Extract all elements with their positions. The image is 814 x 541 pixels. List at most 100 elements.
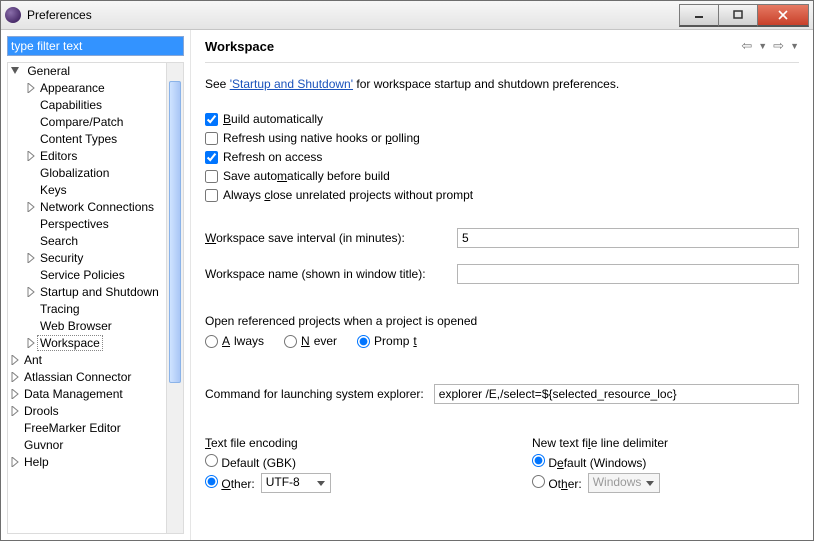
tree-item-search[interactable]: Search [40,234,78,248]
tree-item-contenttypes[interactable]: Content Types [40,132,117,146]
chk-refresh-hooks-input[interactable] [205,132,218,145]
encoding-header: Text file encoding [205,436,472,450]
maximize-button[interactable] [718,4,758,27]
tree-item-security[interactable]: Security [40,251,83,265]
open-referenced-label: Open referenced projects when a project … [205,314,799,328]
tree-container: General Appearance Capabilities Compare/… [7,62,184,534]
tree-scrollbar[interactable] [166,63,183,533]
radio-enc-default-input[interactable] [205,454,218,467]
startup-shutdown-link[interactable]: 'Startup and Shutdown' [230,77,353,91]
collapsed-icon[interactable] [10,457,22,469]
tree-item-editors[interactable]: Editors [40,149,77,163]
radio-enc-other[interactable]: Other: [205,475,255,491]
chk-refresh-access-label: Refresh on access [223,150,322,164]
radio-enc-other-input[interactable] [205,475,218,488]
chk-close-unrelated-input[interactable] [205,189,218,202]
chk-refresh-access-input[interactable] [205,151,218,164]
save-interval-input[interactable] [457,228,799,248]
tree-item-capabilities[interactable]: Capabilities [40,98,102,112]
tree-item-workspace[interactable]: Workspace [37,335,103,351]
tree-item-tracing[interactable]: Tracing [40,302,80,316]
chk-refresh-access[interactable]: Refresh on access [205,149,799,166]
encoding-value: UTF-8 [266,475,300,489]
chk-save-before-input[interactable] [205,170,218,183]
minimize-icon [694,10,704,20]
chk-save-before-build[interactable]: Save automatically before build [205,168,799,185]
app-icon [5,7,21,23]
preference-tree[interactable]: General Appearance Capabilities Compare/… [8,63,167,533]
tree-item-atlassian[interactable]: Atlassian Connector [24,370,131,384]
radio-enc-default[interactable]: Default (GBK) [205,454,296,470]
radio-never[interactable]: Never [284,334,337,348]
tree-item-keys[interactable]: Keys [40,183,67,197]
radio-nl-default-input[interactable] [532,454,545,467]
tree-item-appearance[interactable]: Appearance [40,81,105,95]
workspace-name-input[interactable] [457,264,799,284]
workspace-name-label: Workspace name (shown in window title): [205,267,457,281]
tree-item-compare[interactable]: Compare/Patch [40,115,123,129]
back-icon[interactable]: ⇦ [741,38,752,54]
radio-nl-default[interactable]: Default (Windows) [532,454,646,470]
chk-build-automatically[interactable]: Build automatically [205,111,799,128]
filter-input[interactable] [7,36,184,56]
collapsed-icon[interactable] [26,287,38,299]
titlebar: Preferences [1,1,813,30]
chevron-down-icon[interactable]: ▼ [758,41,767,51]
collapsed-icon[interactable] [26,253,38,265]
tree-item-globalization[interactable]: Globalization [40,166,109,180]
see-post: for workspace startup and shutdown prefe… [353,77,619,91]
tree-item-network[interactable]: Network Connections [40,200,154,214]
explorer-label: Command for launching system explorer: [205,387,424,401]
chk-build-label: uild automatically [231,112,323,126]
radio-always[interactable]: Always [205,334,264,348]
encoding-combo[interactable]: UTF-8 [261,473,331,493]
nav-arrows: ⇦ ▼ ⇨ ▼ [741,38,799,54]
collapsed-icon[interactable] [26,83,38,95]
radio-prompt-input[interactable] [357,335,370,348]
newline-header: New text file line delimiter [532,436,799,450]
chevron-down-icon[interactable]: ▼ [790,41,799,51]
radio-prompt[interactable]: Prompt [357,334,417,348]
newline-value: Windows [593,475,642,489]
radio-always-input[interactable] [205,335,218,348]
chk-refresh-hooks-label: Refresh using native hooks or [223,131,385,145]
window-buttons [680,4,809,27]
save-interval-label: Workspace save interval (in minutes): [205,231,457,245]
collapsed-icon[interactable] [26,151,38,163]
chk-build-input[interactable] [205,113,218,126]
sidebar: General Appearance Capabilities Compare/… [1,30,191,540]
chk-close-unrelated[interactable]: Always close unrelated projects without … [205,187,799,204]
tree-item-drools[interactable]: Drools [24,404,59,418]
minimize-button[interactable] [679,4,719,27]
radio-never-input[interactable] [284,335,297,348]
tree-item-help[interactable]: Help [24,455,49,469]
explorer-command-input[interactable] [434,384,799,404]
collapsed-icon[interactable] [10,389,22,401]
radio-nl-other[interactable]: Other: [532,475,582,491]
forward-icon[interactable]: ⇨ [773,38,784,54]
tree-item-perspectives[interactable]: Perspectives [40,217,109,231]
window-title: Preferences [27,8,680,22]
enc-default-label: Default (GBK) [221,456,296,470]
tree-item-guvnor[interactable]: Guvnor [24,438,63,452]
newline-combo[interactable]: Windows [588,473,661,493]
content-pane: Workspace ⇦ ▼ ⇨ ▼ See 'Startup and Shutd… [191,30,813,540]
tree-item-startup[interactable]: Startup and Shutdown [40,285,159,299]
collapsed-icon[interactable] [10,406,22,418]
tree-item-datamgmt[interactable]: Data Management [24,387,123,401]
close-button[interactable] [757,4,809,27]
collapsed-icon[interactable] [10,355,22,367]
tree-item-webbrowser[interactable]: Web Browser [40,319,112,333]
close-icon [777,10,789,20]
tree-item-servicepolicies[interactable]: Service Policies [40,268,125,282]
expand-icon[interactable] [10,66,22,78]
tree-item-ant[interactable]: Ant [24,353,42,367]
radio-nl-other-input[interactable] [532,475,545,488]
tree-item-general[interactable]: General [27,64,70,78]
chk-refresh-hooks[interactable]: Refresh using native hooks or polling [205,130,799,147]
collapsed-icon[interactable] [26,202,38,214]
tree-item-freemarker[interactable]: FreeMarker Editor [24,421,121,435]
preferences-window: Preferences General [0,0,814,541]
see-line: See 'Startup and Shutdown' for workspace… [205,77,799,91]
collapsed-icon[interactable] [10,372,22,384]
